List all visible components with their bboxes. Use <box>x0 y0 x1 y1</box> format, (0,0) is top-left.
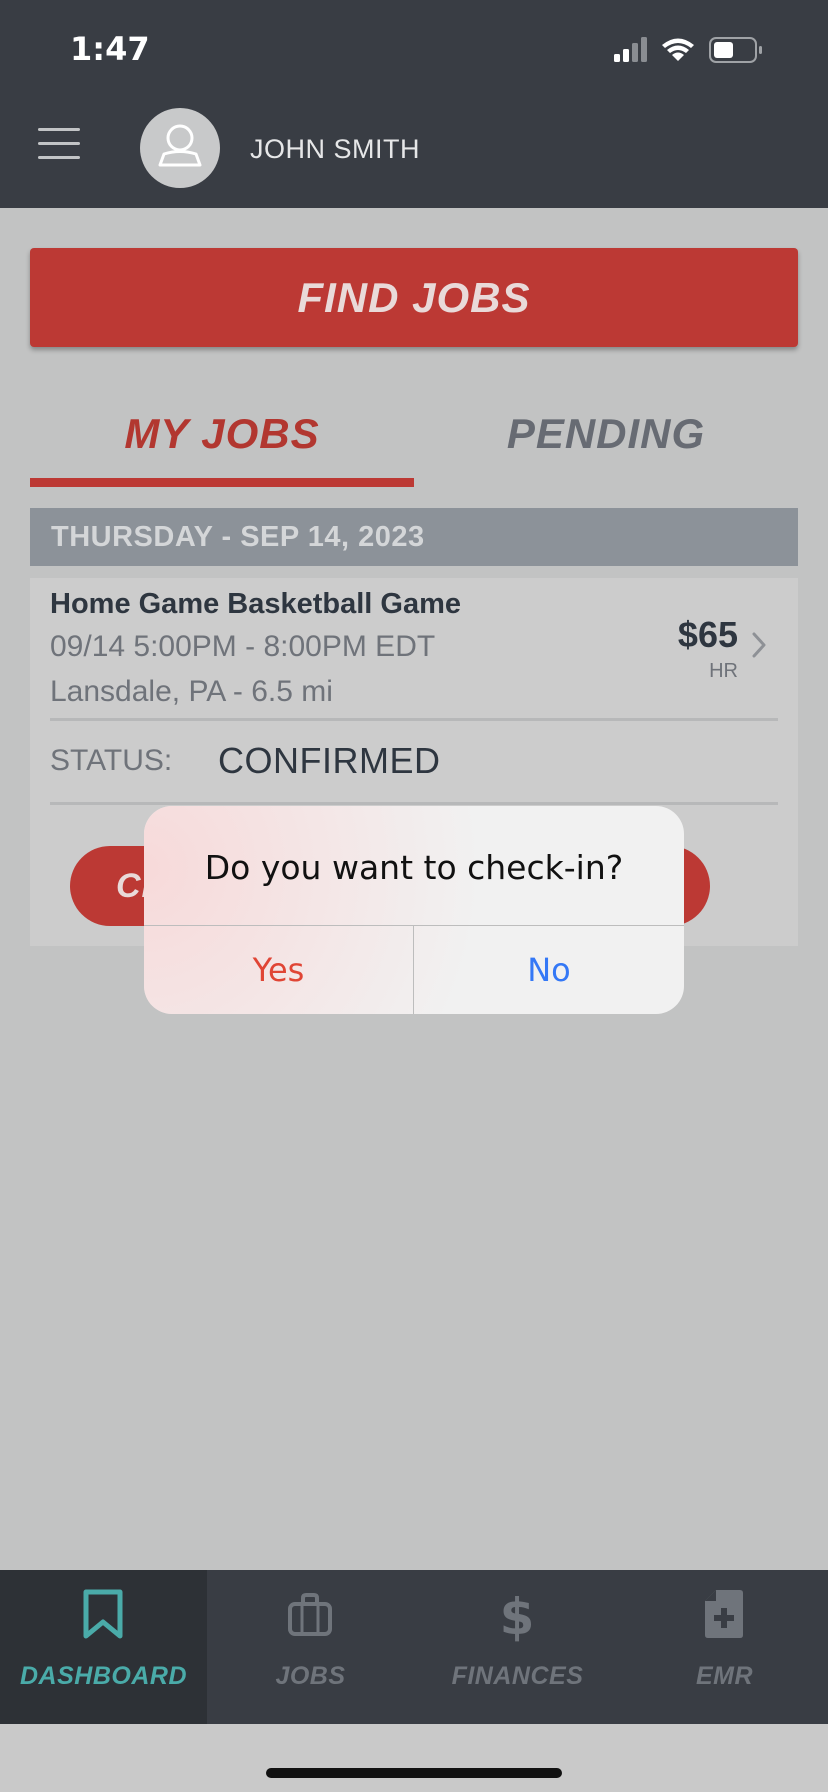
dialog-yes-button[interactable]: Yes <box>144 926 413 1014</box>
job-location: Lansdale, PA - 6.5 mi <box>50 675 333 708</box>
bookmark-icon <box>83 1589 123 1639</box>
hamburger-menu-icon[interactable] <box>38 126 80 162</box>
user-placeholder-icon <box>158 124 202 167</box>
app-header: JOHN SMITH <box>0 96 828 208</box>
tab-pending[interactable]: PENDING <box>414 410 798 470</box>
job-rate: $65 <box>677 614 738 655</box>
home-indicator[interactable] <box>266 1768 562 1778</box>
find-jobs-button[interactable]: FIND JOBS <box>30 248 798 347</box>
home-indicator-area <box>0 1724 828 1792</box>
wifi-icon <box>662 38 694 61</box>
cellular-signal-icon <box>614 37 647 62</box>
check-in-dialog: Do you want to check-in? Yes No <box>144 806 684 1014</box>
tab-jobs[interactable]: JOBS <box>207 1570 414 1724</box>
briefcase-icon <box>288 1593 332 1636</box>
avatar[interactable] <box>140 108 220 188</box>
status-icons <box>614 37 762 63</box>
chevron-right-icon[interactable] <box>752 632 766 658</box>
status-bar: 1:47 <box>0 0 828 96</box>
active-tab-indicator <box>30 478 414 487</box>
job-time: 09/14 5:00PM - 8:00PM EDT <box>50 630 436 663</box>
user-name: JOHN SMITH <box>250 134 420 164</box>
tab-emr[interactable]: EMR <box>621 1570 828 1724</box>
tab-dashboard[interactable]: DASHBOARD <box>0 1570 207 1724</box>
tab-label: EMR <box>695 1662 754 1690</box>
date-header: THURSDAY - SEP 14, 2023 <box>30 508 798 566</box>
svg-text:$: $ <box>500 1588 535 1642</box>
bottom-tab-bar: DASHBOARD JOBS $ FINANCES EMR <box>0 1570 828 1724</box>
battery-icon <box>709 37 762 63</box>
job-rate-unit: HR <box>709 660 738 682</box>
status-time: 1:47 <box>70 30 150 68</box>
tab-label: FINANCES <box>451 1662 584 1690</box>
divider <box>50 718 778 721</box>
medical-document-icon <box>705 1590 743 1638</box>
divider <box>50 802 778 805</box>
job-title: Home Game Basketball Game <box>50 588 462 620</box>
tab-label: DASHBOARD <box>20 1662 187 1690</box>
dollar-icon: $ <box>500 1588 535 1642</box>
status-label: STATUS: <box>50 744 173 777</box>
tab-my-jobs[interactable]: MY JOBS <box>30 410 414 470</box>
tab-label: JOBS <box>275 1662 346 1690</box>
dialog-title: Do you want to check-in? <box>204 848 624 887</box>
dialog-no-button[interactable]: No <box>414 926 684 1014</box>
status-value: CONFIRMED <box>218 740 441 781</box>
tab-finances[interactable]: $ FINANCES <box>414 1570 621 1724</box>
